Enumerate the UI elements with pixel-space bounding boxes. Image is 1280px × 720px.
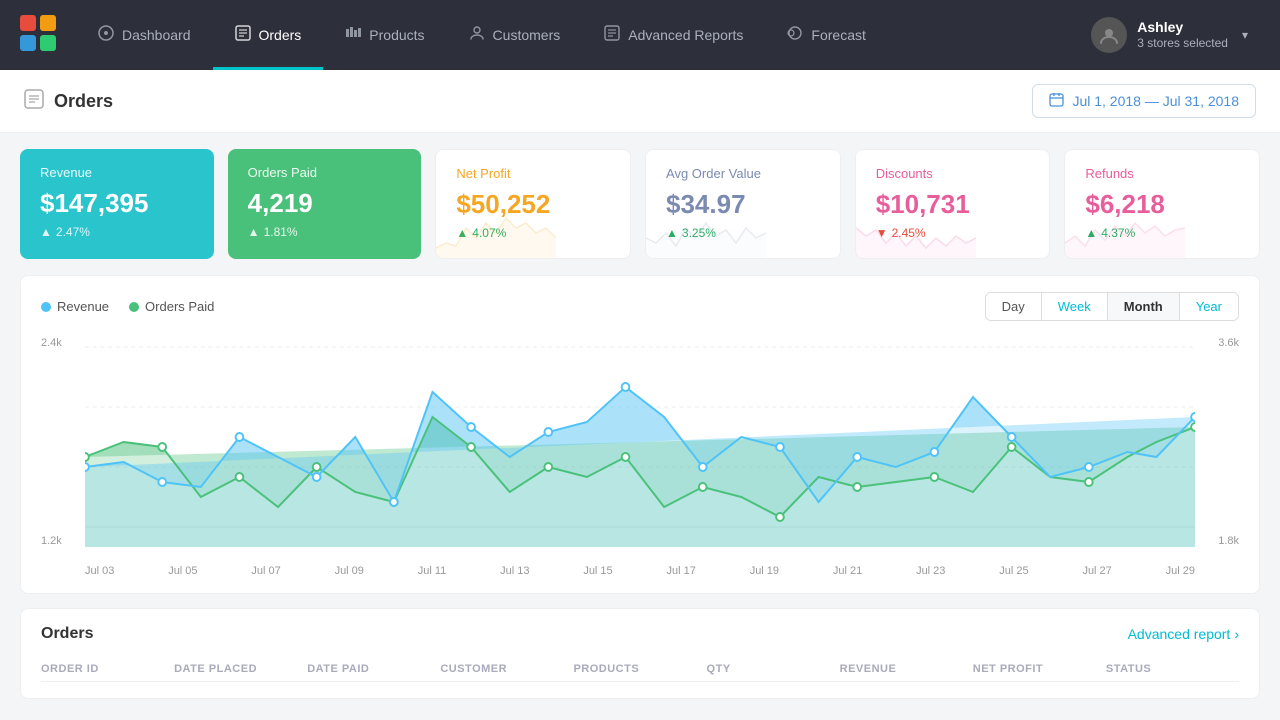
- stat-label: Avg Order Value: [666, 166, 820, 181]
- legend-dot-revenue: [41, 302, 51, 312]
- page-title: Orders: [24, 89, 113, 114]
- sidebar-item-label: Forecast: [811, 27, 865, 43]
- sidebar-item-forecast[interactable]: Forecast: [765, 0, 887, 70]
- sidebar-item-label: Dashboard: [122, 27, 191, 43]
- avatar: [1091, 17, 1127, 53]
- user-menu[interactable]: Ashley 3 stores selected ▾: [1075, 17, 1264, 53]
- chart-legend: Revenue Orders Paid: [41, 299, 214, 314]
- legend-label-orders: Orders Paid: [145, 299, 214, 314]
- sidebar-item-products[interactable]: Products: [323, 0, 446, 70]
- stat-card-revenue: Revenue $147,395 ▲ 2.47%: [20, 149, 214, 259]
- stat-value: $147,395: [40, 188, 194, 219]
- advanced-reports-icon: [604, 25, 620, 46]
- orders-icon: [235, 25, 251, 46]
- time-period-buttons: Day Week Month Year: [985, 292, 1239, 321]
- orders-section: Orders Advanced report › ORDER ID DATE P…: [20, 608, 1260, 699]
- user-stores: 3 stores selected: [1137, 36, 1228, 52]
- sidebar-item-advanced-reports[interactable]: Advanced Reports: [582, 0, 765, 70]
- advanced-report-link[interactable]: Advanced report ›: [1128, 626, 1239, 642]
- sidebar-item-label: Advanced Reports: [628, 27, 743, 43]
- time-btn-month[interactable]: Month: [1108, 293, 1180, 320]
- chart-header: Revenue Orders Paid Day Week Month Year: [41, 292, 1239, 321]
- col-date-placed: DATE PLACED: [174, 663, 307, 675]
- stat-value: 4,219: [248, 188, 402, 219]
- table-headers: ORDER ID DATE PLACED DATE PAID CUSTOMER …: [41, 653, 1239, 682]
- col-revenue: REVENUE: [840, 663, 973, 675]
- chart-svg: [85, 337, 1195, 547]
- time-btn-week[interactable]: Week: [1042, 293, 1108, 320]
- stat-change: ▲ 1.81%: [248, 225, 402, 239]
- navbar: Dashboard Orders Products Customers Adva…: [0, 0, 1280, 70]
- stat-card-avg-order: Avg Order Value $34.97 ▲ 3.25%: [645, 149, 841, 259]
- dashboard-icon: [98, 25, 114, 46]
- chart-section: Revenue Orders Paid Day Week Month Year …: [20, 275, 1260, 594]
- stat-label: Refunds: [1085, 166, 1239, 181]
- chevron-right-icon: ›: [1234, 626, 1239, 642]
- stat-label: Discounts: [876, 166, 1030, 181]
- date-range-label: Jul 1, 2018 — Jul 31, 2018: [1072, 93, 1239, 109]
- chart-y-axis-right: 3.6k 1.8k: [1199, 337, 1239, 547]
- col-status: STATUS: [1106, 663, 1239, 675]
- page-header: Orders Jul 1, 2018 — Jul 31, 2018: [0, 70, 1280, 133]
- user-info: Ashley 3 stores selected: [1137, 18, 1228, 52]
- time-btn-day[interactable]: Day: [986, 293, 1042, 320]
- forecast-icon: [787, 25, 803, 46]
- arrow-up-icon: ▲: [40, 225, 52, 239]
- stat-label: Orders Paid: [248, 165, 402, 180]
- legend-dot-orders: [129, 302, 139, 312]
- chart-y-axis-left: 2.4k 1.2k: [41, 337, 81, 547]
- time-btn-year[interactable]: Year: [1180, 293, 1238, 320]
- user-name: Ashley: [1137, 18, 1228, 36]
- nav-items: Dashboard Orders Products Customers Adva…: [76, 0, 1075, 70]
- chart-container: 2.4k 1.2k 3.6k 1.8k: [41, 337, 1239, 577]
- sidebar-item-label: Customers: [493, 27, 561, 43]
- orders-page-icon: [24, 89, 44, 114]
- products-icon: [345, 25, 361, 46]
- calendar-icon: [1049, 92, 1064, 110]
- customers-icon: [469, 25, 485, 46]
- sidebar-item-dashboard[interactable]: Dashboard: [76, 0, 213, 70]
- date-range-button[interactable]: Jul 1, 2018 — Jul 31, 2018: [1032, 84, 1256, 118]
- col-customer: CUSTOMER: [440, 663, 573, 675]
- col-date-paid: DATE PAID: [307, 663, 440, 675]
- stat-label: Net Profit: [456, 166, 610, 181]
- sidebar-item-customers[interactable]: Customers: [447, 0, 583, 70]
- logo[interactable]: [16, 11, 76, 60]
- stat-card-net-profit: Net Profit $50,252 ▲ 4.07%: [435, 149, 631, 259]
- arrow-up-icon: ▲: [248, 225, 260, 239]
- sidebar-item-orders[interactable]: Orders: [213, 0, 324, 70]
- col-order-id: ORDER ID: [41, 663, 174, 675]
- col-qty: QTY: [707, 663, 840, 675]
- orders-table-title: Orders: [41, 625, 93, 643]
- col-products: PRODUCTS: [573, 663, 706, 675]
- sidebar-item-label: Products: [369, 27, 424, 43]
- legend-label-revenue: Revenue: [57, 299, 109, 314]
- legend-orders-paid: Orders Paid: [129, 299, 214, 314]
- legend-revenue: Revenue: [41, 299, 109, 314]
- stats-row: Revenue $147,395 ▲ 2.47% Orders Paid 4,2…: [0, 133, 1280, 275]
- stat-label: Revenue: [40, 165, 194, 180]
- chevron-down-icon: ▾: [1242, 28, 1248, 42]
- col-net-profit: NET PROFIT: [973, 663, 1106, 675]
- stat-card-discounts: Discounts $10,731 ▼ 2.45%: [855, 149, 1051, 259]
- orders-header: Orders Advanced report ›: [41, 625, 1239, 643]
- stat-card-orders-paid: Orders Paid 4,219 ▲ 1.81%: [228, 149, 422, 259]
- chart-area: [85, 337, 1195, 547]
- stat-change: ▲ 2.47%: [40, 225, 194, 239]
- chart-x-labels: Jul 03 Jul 05 Jul 07 Jul 09 Jul 11 Jul 1…: [85, 565, 1195, 577]
- stat-card-refunds: Refunds $6,218 ▲ 4.37%: [1064, 149, 1260, 259]
- sidebar-item-label: Orders: [259, 27, 302, 43]
